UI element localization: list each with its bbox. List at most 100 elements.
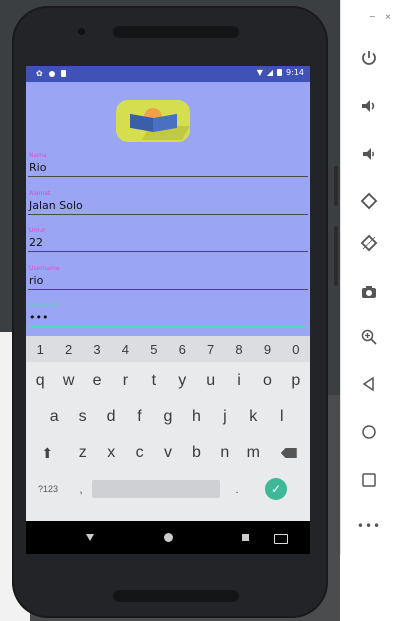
book-icon (130, 113, 154, 133)
rotate-left-icon[interactable] (355, 187, 383, 215)
alamat-underline (28, 214, 308, 215)
key-d[interactable]: d (97, 400, 125, 434)
key-3[interactable]: 3 (83, 336, 111, 362)
key-l[interactable]: l (268, 400, 296, 434)
overview-icon[interactable] (355, 466, 383, 494)
key-i[interactable]: i (225, 364, 253, 398)
key-h[interactable]: h (182, 400, 210, 434)
nav-back-icon[interactable] (86, 534, 94, 541)
password-underline (28, 326, 308, 328)
close-button[interactable]: × (385, 12, 391, 23)
bottom-speaker (113, 590, 239, 602)
password-input[interactable]: ••• (29, 311, 51, 324)
window-controls: − × (369, 12, 391, 23)
umur-input[interactable]: 22 (29, 236, 43, 249)
space-key[interactable] (92, 480, 220, 498)
keyboard-switch-icon[interactable] (274, 534, 288, 544)
notification-dot-icon (48, 70, 55, 77)
key-b[interactable]: b (182, 436, 210, 470)
key-1[interactable]: 1 (26, 336, 54, 362)
power-icon[interactable] (355, 44, 383, 72)
wifi-icon: ▼ (256, 68, 263, 77)
password-label: Password (29, 302, 58, 309)
front-camera (78, 28, 85, 35)
umur-underline (28, 251, 308, 252)
back-icon[interactable] (355, 370, 383, 398)
key-p[interactable]: p (282, 364, 310, 398)
comma-key[interactable]: , (70, 482, 92, 496)
key-4[interactable]: 4 (111, 336, 139, 362)
key-e[interactable]: e (83, 364, 111, 398)
username-underline (28, 289, 308, 290)
check-icon: ✓ (270, 482, 282, 496)
key-2[interactable]: 2 (54, 336, 82, 362)
rotate-right-icon[interactable] (355, 229, 383, 257)
key-u[interactable]: u (196, 364, 224, 398)
signal-icon: ◢ (266, 68, 274, 77)
username-label: Username (29, 265, 60, 272)
home-icon[interactable] (355, 418, 383, 446)
phone-screen: ✿ ▼ ◢ 9:14 Nama Rio Alamat Jalan Solo Um… (26, 66, 310, 554)
key-9[interactable]: 9 (253, 336, 281, 362)
registration-form: Nama Rio Alamat Jalan Solo Umur 22 Usern… (26, 82, 310, 338)
status-bar: ✿ ▼ ◢ 9:14 (26, 66, 310, 82)
key-f[interactable]: f (125, 400, 153, 434)
power-side-button[interactable] (334, 166, 338, 206)
status-time: 9:14 (286, 68, 304, 77)
key-7[interactable]: 7 (196, 336, 224, 362)
period-key[interactable]: . (220, 482, 254, 496)
key-6[interactable]: 6 (168, 336, 196, 362)
key-8[interactable]: 8 (225, 336, 253, 362)
soft-keyboard: 1 2 3 4 5 6 7 8 9 0 q w e r t y u i o p … (26, 336, 310, 521)
nav-home-icon[interactable] (164, 533, 173, 542)
backspace-key[interactable] (267, 436, 310, 470)
battery-icon (277, 69, 283, 76)
username-input[interactable]: rio (29, 274, 43, 287)
shift-key[interactable]: ⬆ (26, 436, 69, 470)
key-x[interactable]: x (97, 436, 125, 470)
key-z[interactable]: z (69, 436, 97, 470)
key-s[interactable]: s (68, 400, 96, 434)
camera-icon[interactable] (355, 278, 383, 306)
key-5[interactable]: 5 (140, 336, 168, 362)
top-speaker (113, 26, 239, 38)
more-icon[interactable]: ••• (355, 512, 383, 540)
key-o[interactable]: o (253, 364, 281, 398)
keyboard-row-2: a s d f g h j k l (26, 400, 310, 434)
nama-underline (28, 176, 308, 177)
key-w[interactable]: w (54, 364, 82, 398)
app-logo (116, 100, 191, 142)
key-k[interactable]: k (239, 400, 267, 434)
volume-down-icon[interactable] (355, 140, 383, 168)
zoom-in-icon[interactable] (355, 323, 383, 351)
key-a[interactable]: a (40, 400, 68, 434)
volume-up-icon[interactable] (355, 92, 383, 120)
key-g[interactable]: g (154, 400, 182, 434)
key-n[interactable]: n (211, 436, 239, 470)
keyboard-number-row: 1 2 3 4 5 6 7 8 9 0 (26, 336, 310, 362)
nama-input[interactable]: Rio (29, 161, 46, 174)
nav-recents-icon[interactable] (242, 534, 249, 541)
settings-status-icon: ✿ (36, 69, 43, 78)
alamat-input[interactable]: Jalan Solo (29, 199, 83, 212)
key-c[interactable]: c (125, 436, 153, 470)
key-m[interactable]: m (239, 436, 267, 470)
shift-icon: ⬆ (41, 444, 54, 461)
key-q[interactable]: q (26, 364, 54, 398)
symbols-key[interactable]: ?123 (26, 484, 70, 494)
key-0[interactable]: 0 (282, 336, 310, 362)
minimize-button[interactable]: − (369, 12, 375, 23)
password-mask: ••• (29, 311, 49, 324)
key-v[interactable]: v (154, 436, 182, 470)
key-y[interactable]: y (168, 364, 196, 398)
key-t[interactable]: t (140, 364, 168, 398)
keyboard-row-3: ⬆ z x c v b n m (26, 436, 310, 470)
key-j[interactable]: j (211, 400, 239, 434)
sdcard-icon (60, 70, 66, 77)
alamat-label: Alamat (29, 190, 51, 197)
enter-key-wrap: ✓ (254, 478, 298, 500)
enter-key[interactable]: ✓ (265, 478, 287, 500)
volume-side-button[interactable] (334, 226, 338, 286)
backspace-icon (280, 448, 297, 458)
key-r[interactable]: r (111, 364, 139, 398)
